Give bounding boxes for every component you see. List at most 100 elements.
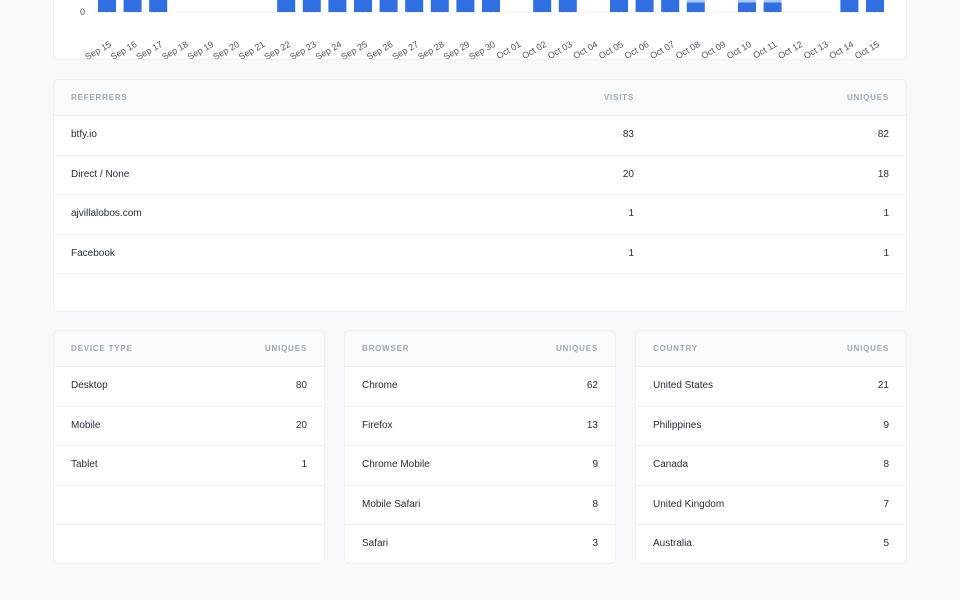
browser-uniques: 9 [592, 459, 598, 470]
x-tick-label: Sep 15 [83, 39, 113, 60]
chart-bar[interactable] [123, 0, 142, 12]
chart-bar[interactable] [405, 0, 424, 12]
chart-bar[interactable] [763, 0, 782, 3]
referrer-visits: 83 [622, 129, 634, 140]
chart-bar[interactable] [840, 0, 859, 12]
country-name: Australia [653, 538, 692, 549]
chart-bar[interactable] [763, 2, 782, 12]
chart-bar[interactable] [430, 0, 449, 12]
table-row[interactable]: Facebook 1 1 [54, 235, 906, 274]
table-row[interactable]: Canada 8 [636, 446, 906, 486]
header-uniques: Uniques [846, 344, 889, 353]
browser-name: Mobile Safari [362, 498, 421, 510]
x-tick-label: Oct 11 [751, 39, 778, 60]
country-uniques: 8 [883, 459, 889, 470]
table-row[interactable]: United Kingdom 7 [636, 486, 906, 525]
table-row[interactable]: btfy.io 83 82 [54, 116, 906, 156]
chart-bar[interactable] [277, 0, 296, 12]
x-tick-label: Oct 13 [802, 39, 830, 60]
country-name: United States [653, 380, 714, 391]
table-header: Referrers Visits Uniques [54, 80, 906, 116]
table-row[interactable]: ajvillalobos.com 1 1 [54, 195, 906, 235]
country-name: United Kingdom [653, 498, 725, 510]
chart-bar[interactable] [354, 0, 372, 12]
table-row[interactable]: Mobile 20 [54, 407, 324, 446]
table-row[interactable]: Desktop 80 [54, 367, 324, 407]
browser-uniques: 8 [592, 498, 598, 510]
referrer-uniques: 18 [877, 168, 889, 180]
browser-name: Firefox [362, 419, 393, 431]
table-row[interactable]: Chrome 62 [345, 367, 615, 407]
x-tick-label: Sep 30 [467, 39, 497, 60]
table-header: Country Uniques [636, 331, 906, 367]
device-name: Mobile [71, 419, 101, 431]
x-tick-label: Oct 10 [725, 39, 753, 60]
referrer-visits: 20 [622, 168, 634, 180]
x-tick-label: Sep 24 [314, 39, 344, 60]
chart-bar[interactable] [456, 0, 475, 12]
table-row[interactable]: Safari 3 [345, 525, 615, 563]
referrer-name: Facebook [71, 247, 115, 259]
chart-bar[interactable] [149, 0, 168, 13]
chart-bar[interactable] [686, 0, 705, 3]
table-row[interactable]: Tablet 1 [54, 446, 324, 486]
chart-bar[interactable] [610, 0, 628, 12]
x-tick-label: Oct 15 [853, 39, 881, 60]
chart-bar[interactable] [738, 0, 756, 3]
table-row[interactable]: United States 21 [636, 367, 906, 407]
country-name: Canada [653, 459, 689, 470]
table-row[interactable]: Mobile Safari 8 [345, 486, 615, 525]
chart-bar[interactable] [661, 0, 680, 12]
header-uniques: Uniques [846, 93, 889, 102]
device-name: Tablet [71, 459, 98, 470]
x-tick-label: Sep 16 [109, 39, 139, 60]
country-uniques: 7 [883, 498, 889, 510]
country-uniques: 9 [883, 419, 889, 431]
header-visits: Visits [603, 93, 634, 102]
chart-bar[interactable] [98, 0, 116, 12]
chart-bar[interactable] [558, 0, 577, 12]
country-uniques: 5 [883, 538, 889, 549]
x-tick-label: Oct 07 [648, 39, 676, 60]
table-row[interactable]: Direct / None 20 18 [54, 156, 906, 195]
x-tick-label: Oct 04 [571, 39, 599, 60]
chart-bar[interactable] [379, 0, 398, 13]
country-uniques: 21 [877, 380, 889, 391]
table-row[interactable]: Philippines 9 [636, 407, 906, 446]
x-tick-label: Sep 22 [262, 39, 292, 60]
x-tick-label: Oct 06 [623, 39, 651, 60]
table-row[interactable]: Australia 5 [636, 525, 906, 563]
x-tick-label: Oct 05 [597, 39, 625, 60]
referrer-uniques: 1 [883, 208, 889, 219]
x-tick-label: Oct 14 [827, 39, 855, 60]
chart-bar[interactable] [328, 0, 347, 13]
header-country: Country [653, 344, 698, 353]
browser-name: Chrome [362, 380, 398, 391]
visits-chart-card: 0 Sep 15 Sep 16 Sep 17 Sep 18 Sep 19 Sep 20 Sep… [53, 0, 907, 60]
table-row[interactable]: Firefox 13 [345, 407, 615, 446]
browser-name: Chrome Mobile [362, 459, 430, 470]
chart-bar[interactable] [482, 0, 500, 12]
chart-bar[interactable] [866, 0, 884, 12]
x-tick-label: Sep 29 [442, 39, 472, 60]
table-row[interactable]: Chrome Mobile 9 [345, 446, 615, 486]
chart-bar[interactable] [738, 2, 756, 12]
referrer-visits: 1 [628, 247, 634, 259]
chart-bar[interactable] [686, 2, 705, 12]
header-browser: Browser [362, 344, 410, 353]
x-tick-label: Sep 17 [134, 39, 164, 60]
x-tick-label: Oct 02 [520, 39, 548, 60]
x-tick-label: Oct 01 [495, 39, 523, 60]
referrer-name: ajvillalobos.com [71, 208, 142, 219]
chart-bar[interactable] [635, 0, 654, 12]
device-name: Desktop [71, 380, 108, 391]
country-name: Philippines [653, 419, 702, 431]
chart-bar[interactable] [302, 0, 321, 12]
browser-uniques: 13 [586, 419, 598, 431]
header-uniques: Uniques [264, 344, 307, 353]
chart-bar[interactable] [533, 0, 552, 12]
device-uniques: 1 [301, 459, 307, 470]
browser-uniques: 62 [586, 380, 598, 391]
table-header: Device Type Uniques [54, 331, 324, 367]
referrers-table: Referrers Visits Uniques btfy.io 83 82 D… [53, 79, 907, 312]
